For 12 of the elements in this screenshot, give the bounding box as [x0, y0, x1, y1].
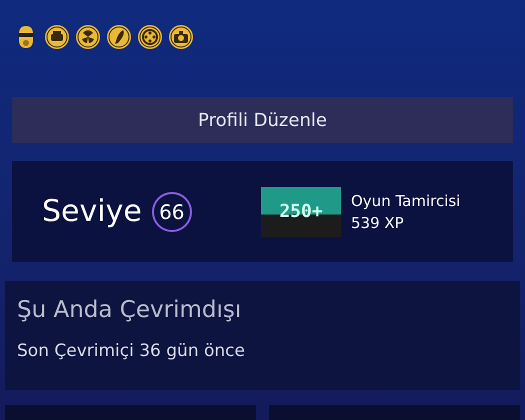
camera-icon[interactable] — [168, 24, 194, 50]
edit-profile-button[interactable]: Profili Düzenle — [12, 97, 513, 143]
badge-name: Oyun Tamircisi — [351, 192, 460, 210]
badge-xp: 539 XP — [351, 214, 405, 232]
car-icon[interactable] — [44, 24, 70, 50]
wheel-icon[interactable] — [137, 24, 163, 50]
status-title: Şu Anda Çevrimdışı — [17, 297, 242, 323]
level-number: 66 — [152, 192, 192, 232]
radiation-icon[interactable] — [75, 24, 101, 50]
level-label: Seviye — [42, 194, 142, 229]
last-online-text: Son Çevrimiçi 36 gün önce — [17, 341, 246, 361]
feather-icon[interactable] — [106, 24, 132, 50]
